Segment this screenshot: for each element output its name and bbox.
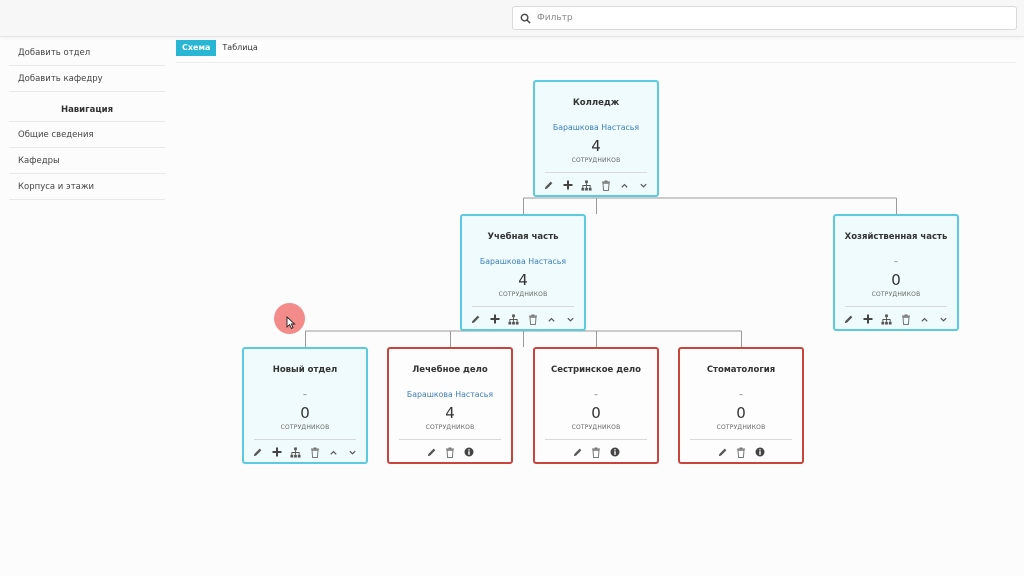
card-divider (254, 439, 356, 440)
card-head-empty: – (894, 257, 898, 266)
trash-icon[interactable] (899, 312, 913, 326)
card-head-link[interactable]: Барашкова Настасья (462, 257, 584, 266)
card-divider (399, 439, 501, 440)
card-staff-caption: СОТРУДНИКОВ (571, 157, 621, 164)
info-icon[interactable] (753, 445, 767, 459)
trash-icon[interactable] (599, 178, 613, 192)
pencil-icon[interactable] (542, 178, 556, 192)
card-head-link[interactable]: Барашкова Настасья (389, 390, 511, 399)
card-actions (535, 178, 657, 192)
add-department-link[interactable]: Добавить отдел (9, 40, 165, 66)
card-title: Колледж (572, 98, 620, 108)
org-card-nursing: Сестринское дело – 0 СОТРУДНИКОВ (533, 347, 659, 464)
navigation-heading: Навигация (9, 92, 165, 122)
tabs-divider (176, 62, 1016, 63)
card-staff-caption: СОТРУДНИКОВ (498, 291, 548, 298)
plus-icon[interactable] (488, 312, 502, 326)
card-head-empty: – (594, 390, 598, 399)
plus-icon[interactable] (561, 178, 575, 192)
card-staff-count: 0 (891, 271, 901, 289)
card-actions (389, 445, 511, 459)
sitemap-icon[interactable] (289, 445, 303, 459)
card-divider (545, 439, 647, 440)
plus-icon[interactable] (861, 312, 875, 326)
card-head-empty: – (739, 390, 743, 399)
pencil-icon[interactable] (251, 445, 265, 459)
card-head-empty: – (303, 390, 307, 399)
trash-icon[interactable] (443, 445, 457, 459)
card-title: Новый отдел (272, 365, 338, 375)
card-divider (845, 306, 947, 307)
search-icon (513, 7, 537, 29)
chevron-up-icon[interactable] (545, 312, 559, 326)
nav-general-info[interactable]: Общие сведения (9, 122, 165, 148)
sidebar: Добавить отдел Добавить кафедру Навигаци… (9, 40, 165, 200)
chevron-up-icon[interactable] (618, 178, 632, 192)
chevron-down-icon[interactable] (346, 445, 360, 459)
pencil-icon[interactable] (570, 445, 584, 459)
card-actions (535, 445, 657, 459)
card-title: Сестринское дело (551, 365, 641, 375)
chevron-down-icon[interactable] (564, 312, 578, 326)
chevron-down-icon[interactable] (637, 178, 651, 192)
trash-icon[interactable] (734, 445, 748, 459)
card-actions (462, 312, 584, 326)
card-title: Стоматология (706, 365, 776, 375)
card-staff-count: 0 (300, 404, 310, 422)
card-staff-count: 4 (518, 271, 528, 289)
card-title: Учебная часть (487, 232, 559, 242)
sitemap-icon[interactable] (580, 178, 594, 192)
sitemap-icon[interactable] (507, 312, 521, 326)
trash-icon[interactable] (589, 445, 603, 459)
card-staff-count: 4 (445, 404, 455, 422)
sitemap-icon[interactable] (880, 312, 894, 326)
card-actions (835, 312, 957, 326)
pencil-icon[interactable] (842, 312, 856, 326)
card-title: Лечебное дело (412, 365, 488, 375)
add-chair-link[interactable]: Добавить кафедру (9, 66, 165, 92)
org-card-new-department: Новый отдел – 0 СОТРУДНИКОВ (242, 347, 368, 464)
nav-buildings-floors[interactable]: Корпуса и этажи (9, 174, 165, 200)
card-staff-count: 0 (736, 404, 746, 422)
card-staff-caption: СОТРУДНИКОВ (425, 424, 475, 431)
plus-icon[interactable] (270, 445, 284, 459)
nav-chairs[interactable]: Кафедры (9, 148, 165, 174)
chevron-up-icon[interactable] (918, 312, 932, 326)
card-divider (690, 439, 792, 440)
card-divider (545, 172, 647, 173)
trash-icon[interactable] (526, 312, 540, 326)
info-icon[interactable] (608, 445, 622, 459)
card-staff-count: 0 (591, 404, 601, 422)
trash-icon[interactable] (308, 445, 322, 459)
filter-search-box[interactable] (512, 6, 1017, 30)
filter-input[interactable] (537, 8, 997, 28)
top-bar (0, 0, 1024, 37)
card-staff-caption: СОТРУДНИКОВ (716, 424, 766, 431)
org-card-maintenance: Хозяйственная часть – 0 СОТРУДНИКОВ (833, 214, 959, 331)
org-card-college: Колледж Барашкова Настасья 4 СОТРУДНИКОВ (533, 80, 659, 197)
card-staff-caption: СОТРУДНИКОВ (871, 291, 921, 298)
tab-scheme[interactable]: Схема (176, 40, 217, 56)
tab-table[interactable]: Таблица (216, 40, 264, 56)
chevron-down-icon[interactable] (937, 312, 951, 326)
org-card-dentistry: Стоматология – 0 СОТРУДНИКОВ (678, 347, 804, 464)
info-icon[interactable] (462, 445, 476, 459)
chevron-up-icon[interactable] (327, 445, 341, 459)
pencil-icon[interactable] (424, 445, 438, 459)
card-title: Хозяйственная часть (844, 232, 948, 242)
pencil-icon[interactable] (469, 312, 483, 326)
card-staff-caption: СОТРУДНИКОВ (280, 424, 330, 431)
mouse-cursor-icon (286, 314, 296, 333)
org-card-academic: Учебная часть Барашкова Настасья 4 СОТРУ… (460, 214, 586, 331)
card-staff-count: 4 (591, 137, 601, 155)
card-divider (472, 306, 574, 307)
card-actions (244, 445, 366, 459)
card-actions (680, 445, 802, 459)
org-card-general-medicine: Лечебное дело Барашкова Настасья 4 СОТРУ… (387, 347, 513, 464)
pencil-icon[interactable] (715, 445, 729, 459)
card-staff-caption: СОТРУДНИКОВ (571, 424, 621, 431)
card-head-link[interactable]: Барашкова Настасья (535, 123, 657, 132)
view-tabs: Схема Таблица (176, 40, 264, 56)
